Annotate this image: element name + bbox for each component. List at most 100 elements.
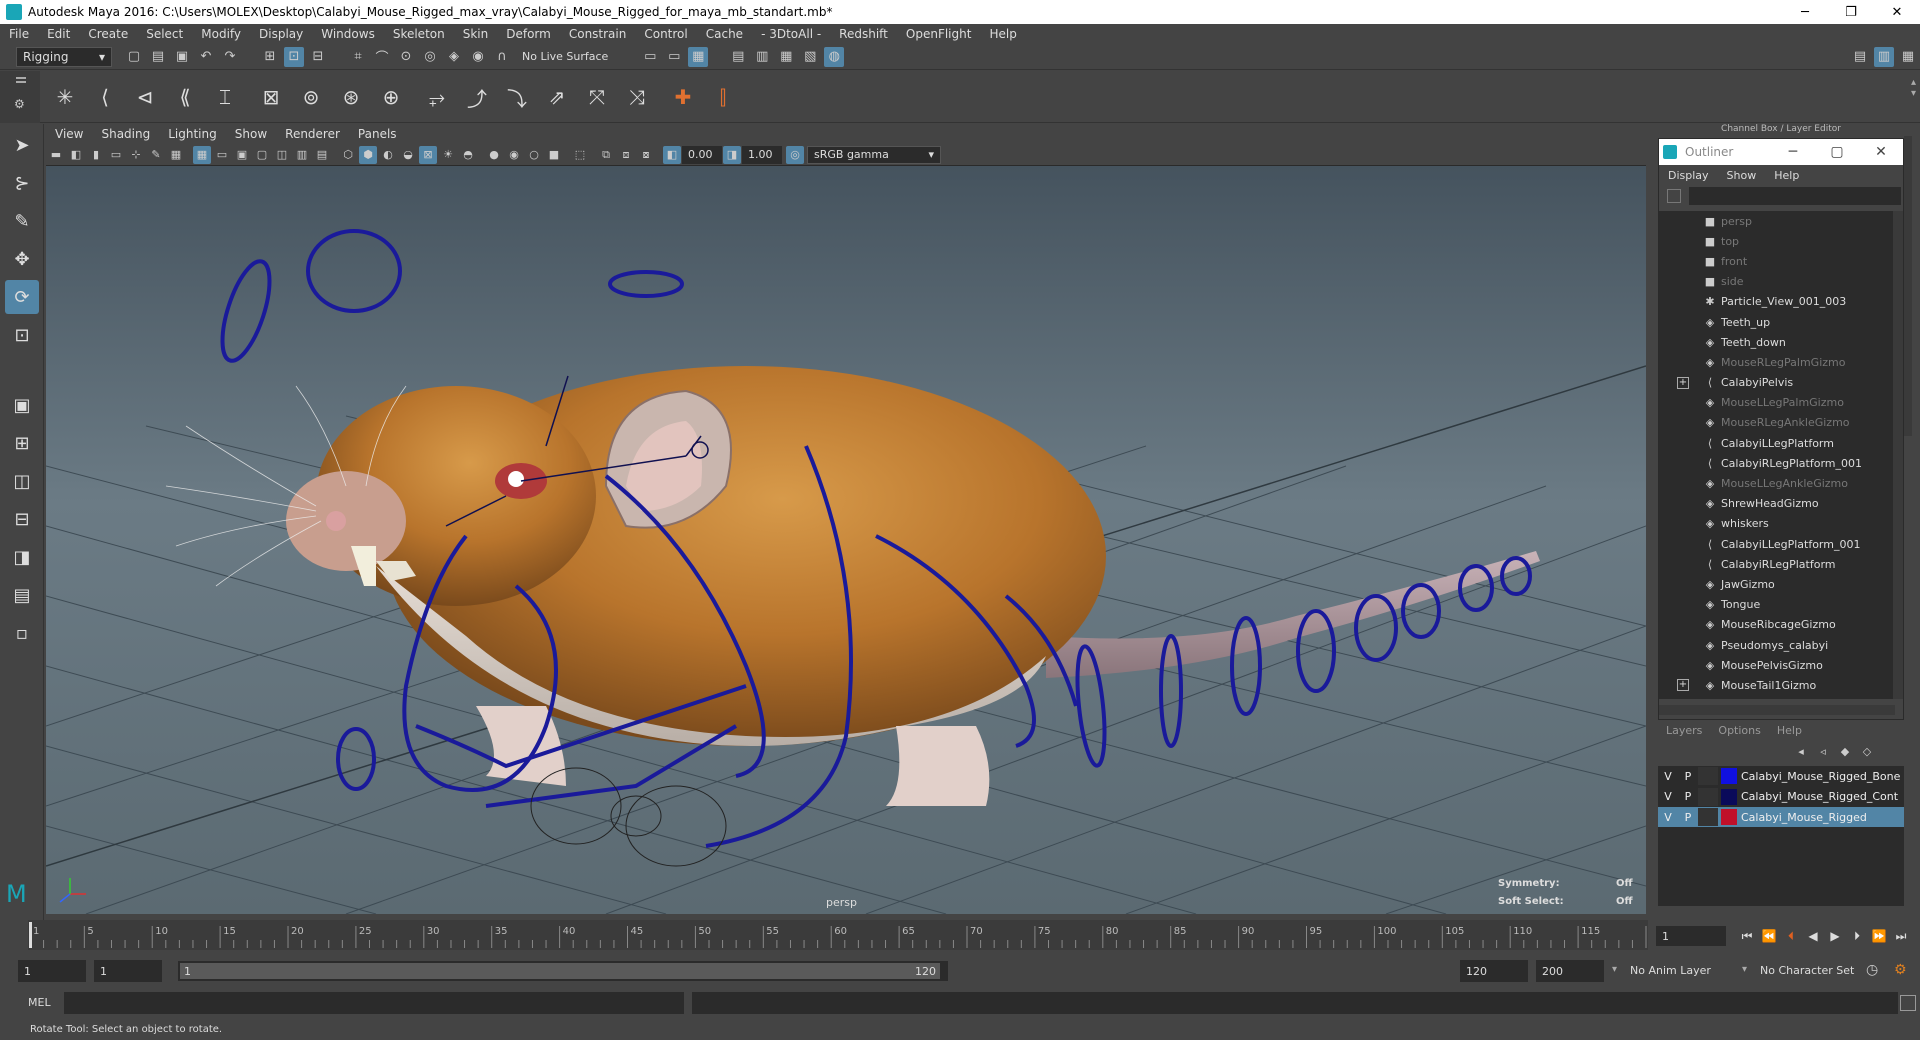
layer-row[interactable]: V P Calabyi_Mouse_Rigged bbox=[1658, 807, 1904, 827]
outliner-menu-display[interactable]: Display bbox=[1659, 169, 1718, 182]
outliner-item[interactable]: ◈ MouseRLegAnkleGizmo bbox=[1659, 413, 1895, 433]
wrap-deformer-icon[interactable]: ⊕ bbox=[374, 80, 408, 114]
gear-icon[interactable]: ⚙ bbox=[14, 97, 25, 111]
input-ops-icon[interactable]: ▭ bbox=[640, 47, 660, 67]
outliner-item[interactable]: ⟨ CalabyiRLegPlatform_001 bbox=[1659, 453, 1895, 473]
select-camera-icon[interactable]: ▬ bbox=[47, 146, 65, 164]
select-hierarchy-icon[interactable]: ⊞ bbox=[260, 47, 280, 67]
rotate-tool-icon[interactable]: ⟳ bbox=[5, 280, 39, 314]
layer-list[interactable]: V P Calabyi_Mouse_Rigged_Bone V P Calabyi_Mou… bbox=[1658, 766, 1904, 906]
outliner-item[interactable]: ◈ Teeth_down bbox=[1659, 332, 1895, 352]
outliner-item[interactable]: + ◈ MouseTail1Gizmo bbox=[1659, 675, 1895, 695]
menu-openflight[interactable]: OpenFlight bbox=[897, 27, 981, 41]
textured-icon[interactable]: ◒ bbox=[399, 146, 417, 164]
workspace-icon-2[interactable]: ▥ bbox=[1874, 46, 1894, 67]
menu-display[interactable]: Display bbox=[250, 27, 312, 41]
snap-view-icon[interactable]: ◎ bbox=[420, 47, 440, 67]
outliner-item[interactable]: ◈ Pseudomys_calabyi bbox=[1659, 635, 1895, 655]
wireframe-shade-icon[interactable]: ⬡ bbox=[339, 146, 357, 164]
outliner-item[interactable]: ⟨ CalabyiLLegPlatform bbox=[1659, 433, 1895, 453]
grid-toggle-icon[interactable]: ▦ bbox=[167, 146, 185, 164]
point-constraint-icon[interactable]: ⥅ bbox=[420, 80, 454, 114]
orient-joint-icon[interactable]: ⟪ bbox=[168, 80, 202, 114]
panel-menu-shading[interactable]: Shading bbox=[92, 127, 159, 141]
undo-icon[interactable]: ↶ bbox=[196, 47, 216, 67]
select-object-icon[interactable]: ⊡ bbox=[284, 46, 304, 67]
workspace-icon-1[interactable]: ▤ bbox=[1850, 47, 1870, 67]
outliner-item[interactable]: ⟨ CalabyiLLegPlatform_001 bbox=[1659, 534, 1895, 554]
playback-end-field[interactable]: 120 bbox=[1460, 960, 1528, 982]
resolution-gate-icon[interactable]: ▣ bbox=[233, 146, 251, 164]
save-scene-icon[interactable]: ▣ bbox=[172, 47, 192, 67]
play-backwards-icon[interactable]: ◀ bbox=[1802, 926, 1824, 946]
bookmark-icon[interactable]: ▮ bbox=[87, 146, 105, 164]
layer-display-type[interactable] bbox=[1698, 767, 1718, 785]
insert-joint-icon[interactable]: ⟨ bbox=[88, 80, 122, 114]
auto-key-icon[interactable]: ◷ bbox=[1866, 962, 1878, 978]
menu-windows[interactable]: Windows bbox=[312, 27, 384, 41]
character-set-dropdown[interactable]: No Character Set bbox=[1760, 964, 1854, 977]
current-frame-field[interactable]: 1 bbox=[1656, 926, 1726, 946]
color-management-icon[interactable]: ◎ bbox=[786, 145, 804, 164]
menu-3dtoall[interactable]: - 3DtoAll - bbox=[752, 27, 830, 41]
layer-display-type[interactable] bbox=[1698, 808, 1718, 826]
menu-file[interactable]: File bbox=[0, 27, 38, 41]
layer-menu-options[interactable]: Options bbox=[1710, 724, 1768, 740]
single-perspective-layout-icon[interactable]: ▣ bbox=[5, 388, 39, 422]
panel-menu-renderer[interactable]: Renderer bbox=[276, 127, 349, 141]
outliner-item[interactable]: ◈ Tongue bbox=[1659, 595, 1895, 615]
anti-alias-icon[interactable]: ○ bbox=[525, 146, 543, 164]
play-forwards-icon[interactable]: ▶ bbox=[1824, 926, 1846, 946]
menu-redshift[interactable]: Redshift bbox=[830, 27, 897, 41]
outliner-item[interactable]: ◈ MouseRibcageGizmo bbox=[1659, 615, 1895, 635]
grease-pencil-icon[interactable]: ✎ bbox=[147, 146, 165, 164]
minimize-button[interactable]: ─ bbox=[1782, 0, 1828, 24]
layer-playback-toggle[interactable]: P bbox=[1678, 808, 1698, 826]
range-handle[interactable]: 1 120 bbox=[180, 963, 940, 979]
outliner-item[interactable]: ◈ MouseLLegAnkleGizmo bbox=[1659, 473, 1895, 493]
outliner-maximize-button[interactable]: ▢ bbox=[1815, 139, 1859, 165]
shelf-scroll-icon[interactable]: ▴ ▾ bbox=[1911, 77, 1916, 99]
outliner-menu-show[interactable]: Show bbox=[1718, 169, 1766, 182]
outliner-item[interactable]: ⟨ CalabyiRLegPlatform bbox=[1659, 554, 1895, 574]
current-time-marker[interactable] bbox=[29, 922, 32, 948]
scene-start-field[interactable]: 1 bbox=[18, 960, 86, 982]
select-tool-icon[interactable]: ➤ bbox=[5, 128, 39, 162]
magnet-icon[interactable]: ∩ bbox=[492, 47, 512, 67]
ik-handle-icon[interactable]: ⌶ bbox=[208, 80, 242, 114]
camera-attributes-icon[interactable]: ◧ bbox=[67, 146, 85, 164]
layer-visibility-toggle[interactable]: V bbox=[1658, 788, 1678, 806]
outliner-list[interactable]: ■ persp ■ top ■ front ■ side ✱ Particle_View_001_… bbox=[1659, 211, 1895, 699]
go-to-end-icon[interactable]: ⏭ bbox=[1890, 926, 1912, 946]
new-scene-icon[interactable]: ▢ bbox=[124, 47, 144, 67]
menu-edit[interactable]: Edit bbox=[38, 27, 79, 41]
time-slider-track[interactable]: 1 5 10 15 20 25 30 35 40 45 50 55 60 65 70 75 80 85 90 95 10… bbox=[28, 920, 1648, 950]
outliner-item[interactable]: ◈ MouseRLegPalmGizmo bbox=[1659, 352, 1895, 372]
restore-button[interactable]: ❐ bbox=[1828, 0, 1874, 24]
gamma-icon[interactable]: ◨ bbox=[723, 145, 741, 164]
outliner-item[interactable]: ■ side bbox=[1659, 272, 1895, 292]
outliner-item[interactable]: ◈ whiskers bbox=[1659, 514, 1895, 534]
menu-modify[interactable]: Modify bbox=[192, 27, 250, 41]
layer-row[interactable]: V P Calabyi_Mouse_Rigged_Bone bbox=[1658, 766, 1904, 786]
attribute-editor-tab[interactable] bbox=[1904, 136, 1912, 436]
scene-end-field[interactable]: 200 bbox=[1536, 960, 1604, 982]
depth-of-field-icon[interactable]: ■ bbox=[545, 146, 563, 164]
panel-menu-lighting[interactable]: Lighting bbox=[159, 127, 226, 141]
outliner-horizontal-scrollbar[interactable] bbox=[1659, 705, 1895, 715]
perspective-viewport[interactable]: persp Symmetry: Off Soft Select: Off bbox=[46, 166, 1646, 914]
move-layer-up-icon[interactable]: ◂ bbox=[1790, 742, 1812, 760]
filter-icon[interactable] bbox=[1667, 189, 1681, 203]
graph-layout-icon[interactable]: ▤ bbox=[5, 578, 39, 612]
bind-skin-icon[interactable]: ⊠ bbox=[254, 80, 288, 114]
wireframe-on-shaded-icon[interactable]: ⊠ bbox=[419, 145, 437, 164]
smooth-shade-icon[interactable]: ⬢ bbox=[359, 145, 377, 164]
color-space-dropdown[interactable]: sRGB gamma ▾ bbox=[807, 145, 941, 164]
expand-icon[interactable]: + bbox=[1677, 376, 1689, 389]
xray-joints-icon[interactable]: ⧈ bbox=[617, 146, 635, 164]
outliner-item[interactable]: ◈ MouseLLegPalmGizmo bbox=[1659, 393, 1895, 413]
outliner-item[interactable]: ◈ Teeth_up bbox=[1659, 312, 1895, 332]
layer-color-swatch[interactable] bbox=[1721, 768, 1737, 784]
layer-display-type[interactable] bbox=[1698, 787, 1718, 806]
panel-menu-panels[interactable]: Panels bbox=[349, 127, 406, 141]
